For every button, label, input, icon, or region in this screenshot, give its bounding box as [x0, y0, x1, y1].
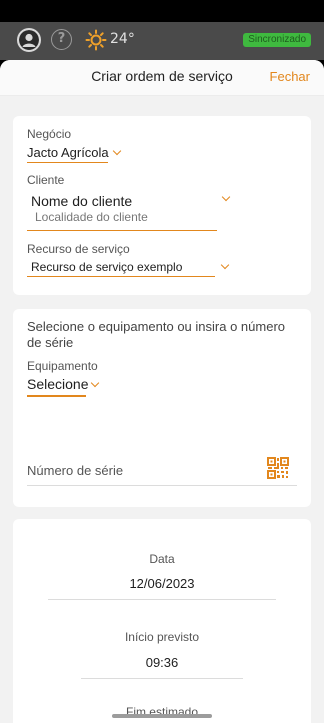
- sheet-header: Criar ordem de serviço Fechar: [0, 60, 324, 96]
- app-header: ? 24° Sincronizado: [0, 22, 324, 60]
- business-underline: [27, 162, 108, 163]
- equipment-underline: [27, 395, 86, 397]
- equipment-value: Selecione: [27, 376, 89, 392]
- status-bar: [0, 0, 324, 22]
- equipment-label: Equipamento: [27, 359, 98, 373]
- client-underline: [27, 230, 217, 231]
- start-time-value: 09:36: [145, 655, 179, 670]
- service-resource-value: Recurso de serviço exemplo: [31, 260, 183, 274]
- help-icon[interactable]: ?: [51, 29, 72, 50]
- equipment-card: Selecione o equipamento ou insira o núme…: [13, 309, 311, 507]
- equipment-instruction: Selecione o equipamento ou insira o núme…: [27, 319, 286, 350]
- business-value: Jacto Agrícola: [27, 145, 109, 160]
- temperature-text: 24°: [110, 31, 135, 47]
- qr-code-scan-icon[interactable]: [267, 457, 289, 479]
- date-value: 12/06/2023: [129, 576, 195, 591]
- order-details-card: Negócio Jacto Agrícola Cliente Nome do c…: [13, 116, 311, 295]
- user-icon[interactable]: [17, 28, 41, 52]
- create-service-order-sheet: Criar ordem de serviço Fechar Negócio Ja…: [0, 60, 324, 723]
- start-time-underline: [81, 678, 243, 679]
- serial-underline: [27, 485, 297, 486]
- business-label: Negócio: [27, 127, 72, 141]
- date-label: Data: [149, 552, 175, 566]
- chevron-down-icon: [223, 194, 229, 200]
- service-resource-underline: [27, 276, 215, 277]
- client-location: Localidade do cliente: [35, 210, 148, 224]
- date-underline: [48, 599, 276, 600]
- serial-number-input[interactable]: Número de série: [27, 463, 123, 478]
- start-time-label: Início previsto: [124, 630, 200, 644]
- client-label: Cliente: [27, 173, 65, 187]
- schedule-card: Data 12/06/2023 Início previsto 09:36 Fi…: [13, 519, 311, 723]
- client-name: Nome do cliente: [31, 193, 133, 209]
- service-resource-label: Recurso de serviço: [27, 242, 130, 256]
- sun-icon: [85, 29, 107, 51]
- close-button[interactable]: Fechar: [270, 69, 310, 84]
- chevron-down-icon: [114, 148, 120, 154]
- home-indicator: [112, 714, 212, 718]
- chevron-down-icon: [92, 380, 98, 386]
- sync-status-badge: Sincronizado: [243, 33, 311, 47]
- chevron-down-icon: [222, 262, 228, 268]
